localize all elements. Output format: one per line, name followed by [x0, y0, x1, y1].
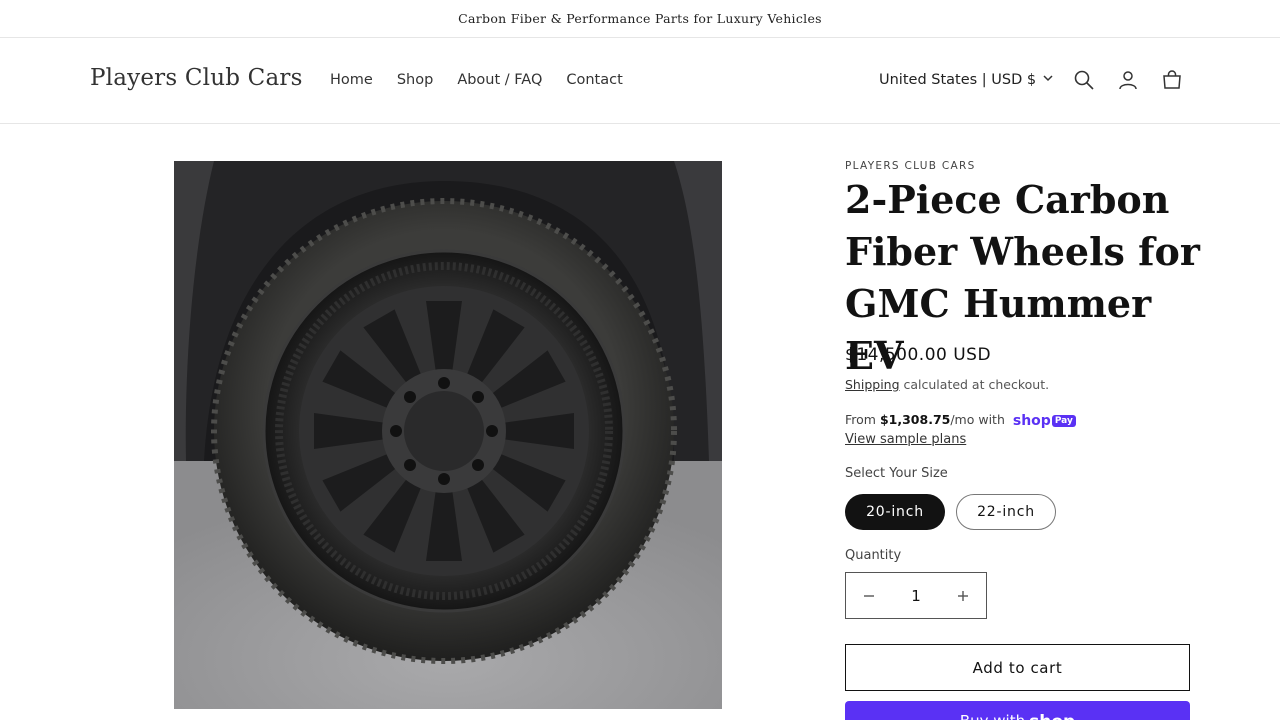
announcement-text: Carbon Fiber & Performance Parts for Lux… — [458, 11, 822, 26]
product-image[interactable] — [174, 161, 722, 709]
nav-contact[interactable]: Contact — [566, 72, 622, 88]
shop-pay-logo: shop Pay — [1013, 413, 1076, 429]
announcement-bar: Carbon Fiber & Performance Parts for Lux… — [0, 0, 1280, 38]
size-option-22-inch[interactable]: 22-inch — [956, 494, 1056, 530]
site-header: Players Club Cars Home Shop About / FAQ … — [0, 39, 1280, 124]
buy-now-brand: shop — [1029, 712, 1075, 720]
shop-pay-badge: Pay — [1051, 414, 1076, 427]
product-price: $14,500.00 USD — [845, 345, 992, 365]
add-to-cart-button[interactable]: Add to cart — [845, 644, 1190, 691]
shop-pay-brand: shop — [1012, 412, 1051, 429]
increase-quantity-button[interactable] — [940, 573, 986, 618]
account-icon[interactable] — [1117, 69, 1139, 91]
buy-now-prefix: Buy with — [960, 712, 1025, 720]
installments-suffix: /mo with — [950, 412, 1005, 427]
decrease-quantity-button[interactable] — [846, 573, 892, 618]
installments-prefix: From — [845, 412, 880, 427]
search-icon[interactable] — [1073, 69, 1095, 91]
nav-shop[interactable]: Shop — [397, 72, 433, 88]
view-sample-plans-link[interactable]: View sample plans — [845, 432, 966, 447]
quantity-stepper: 1 — [845, 572, 987, 619]
country-currency-selector[interactable]: United States | USD $ — [879, 72, 1054, 88]
installments-banner: From $1,308.75/mo with shop Pay — [845, 412, 1076, 429]
plus-icon — [957, 590, 968, 601]
product-vendor: PLAYERS CLUB CARS — [845, 160, 976, 172]
shipping-note: Shipping calculated at checkout. — [845, 377, 1049, 392]
nav-about-faq[interactable]: About / FAQ — [457, 72, 542, 88]
installments-amount: $1,308.75 — [879, 412, 951, 427]
minus-icon — [864, 594, 874, 597]
store-logo[interactable]: Players Club Cars — [90, 65, 303, 91]
country-currency-label: United States | USD $ — [879, 72, 1037, 88]
quantity-label: Quantity — [845, 548, 902, 563]
nav-home[interactable]: Home — [330, 72, 373, 88]
quantity-input[interactable]: 1 — [911, 587, 921, 605]
chevron-down-icon — [1042, 72, 1054, 88]
cart-icon[interactable] — [1161, 69, 1183, 91]
main-nav: Home Shop About / FAQ Contact — [330, 72, 623, 88]
size-label: Select Your Size — [845, 466, 948, 481]
shipping-link[interactable]: Shipping — [845, 377, 900, 392]
shipping-note-text: calculated at checkout. — [899, 377, 1050, 392]
size-option-20-inch[interactable]: 20-inch — [845, 494, 945, 530]
buy-with-shop-pay-button[interactable]: Buy with shop — [845, 701, 1190, 720]
